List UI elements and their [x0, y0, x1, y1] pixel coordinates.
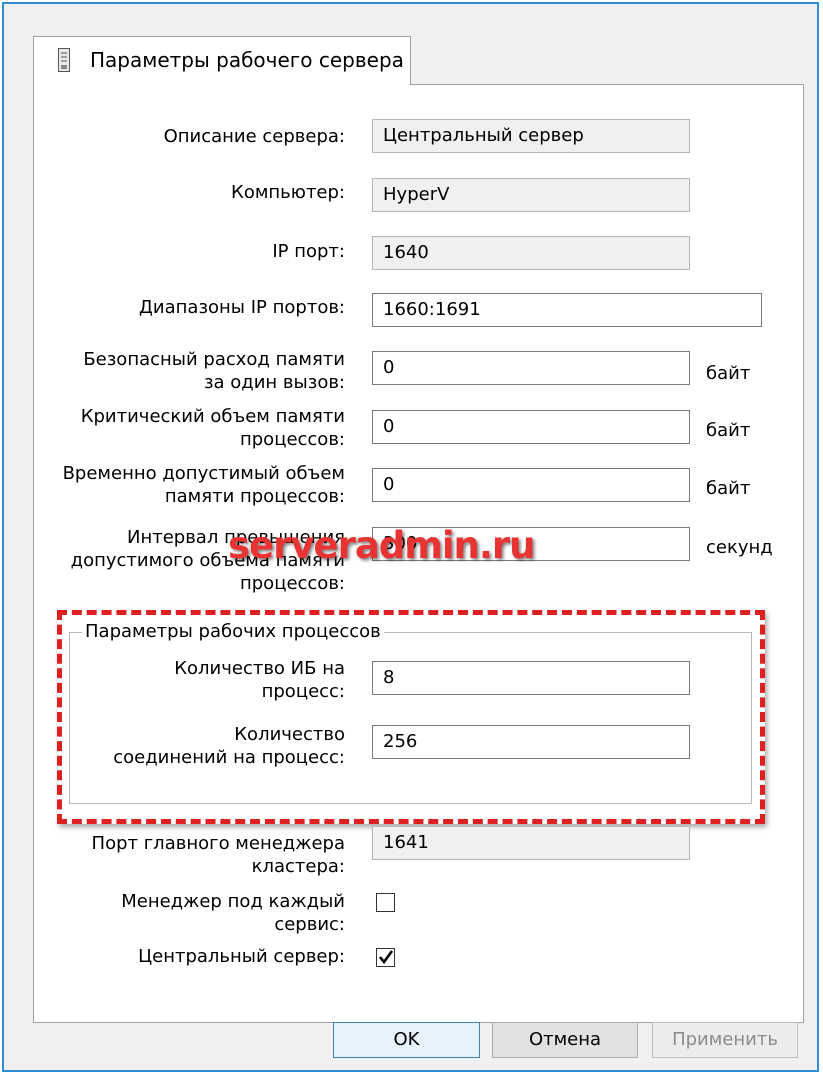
checkmark-icon [378, 950, 394, 965]
ip-port-field[interactable]: 1640 [372, 236, 690, 270]
ip-port-label: IP порт: [272, 241, 345, 262]
interval-unit: секунд [706, 537, 773, 558]
critical-memory-label-line1: Критический объем памяти [80, 406, 345, 427]
central-server-checkbox[interactable] [376, 948, 395, 967]
watermark: serveradmin.ru [228, 524, 535, 567]
safe-memory-input[interactable]: 0 [372, 351, 690, 385]
manager-per-service-checkbox[interactable] [376, 893, 395, 912]
temp-memory-label-line1: Временно допустимый объем [62, 463, 345, 484]
manager-per-service-label-line2: сервис: [274, 914, 345, 935]
port-ranges-label: Диапазоны IP портов: [138, 297, 345, 318]
central-server-label: Центральный сервер: [138, 946, 345, 967]
critical-memory-label-line2: процессов: [239, 429, 345, 450]
temp-memory-input[interactable]: 0 [372, 468, 690, 502]
tab-label: Параметры рабочего сервера [90, 48, 404, 72]
safe-memory-label-line1: Безопасный расход памяти [83, 349, 345, 370]
cluster-manager-port-label-line2: кластера: [251, 856, 345, 877]
cluster-manager-port-label: Порт главного менеджера кластера: [92, 832, 345, 878]
temp-memory-label: Временно допустимый объем памяти процесс… [63, 462, 345, 508]
server-icon [58, 48, 70, 72]
description-field[interactable]: Центральный сервер [372, 119, 690, 153]
tab-server-params[interactable]: Параметры рабочего сервера [33, 36, 411, 85]
safe-memory-label: Безопасный расход памяти за один вызов: [83, 348, 345, 394]
computer-field[interactable]: HyperV [372, 178, 690, 212]
critical-memory-label: Критический объем памяти процессов: [81, 405, 345, 451]
highlight-frame [57, 610, 765, 824]
safe-memory-label-line2: за один вызов: [203, 372, 345, 393]
manager-per-service-label: Менеджер под каждый сервис: [121, 890, 345, 936]
interval-label-line3: процессов: [239, 573, 345, 594]
temp-memory-label-line2: памяти процессов: [164, 486, 345, 507]
port-ranges-input[interactable]: 1660:1691 [372, 293, 762, 327]
computer-label: Компьютер: [231, 182, 345, 203]
apply-button[interactable]: Применить [652, 1022, 798, 1058]
critical-memory-input[interactable]: 0 [372, 410, 690, 444]
manager-per-service-label-line1: Менеджер под каждый [121, 891, 345, 912]
cluster-manager-port-field[interactable]: 1641 [372, 826, 690, 860]
description-label: Описание сервера: [163, 126, 345, 147]
safe-memory-unit: байт [706, 363, 751, 384]
cluster-manager-port-label-line1: Порт главного менеджера [91, 833, 345, 854]
critical-memory-unit: байт [706, 420, 751, 441]
ok-button[interactable]: OK [333, 1022, 480, 1058]
cancel-button[interactable]: Отмена [492, 1022, 638, 1058]
temp-memory-unit: байт [706, 478, 751, 499]
